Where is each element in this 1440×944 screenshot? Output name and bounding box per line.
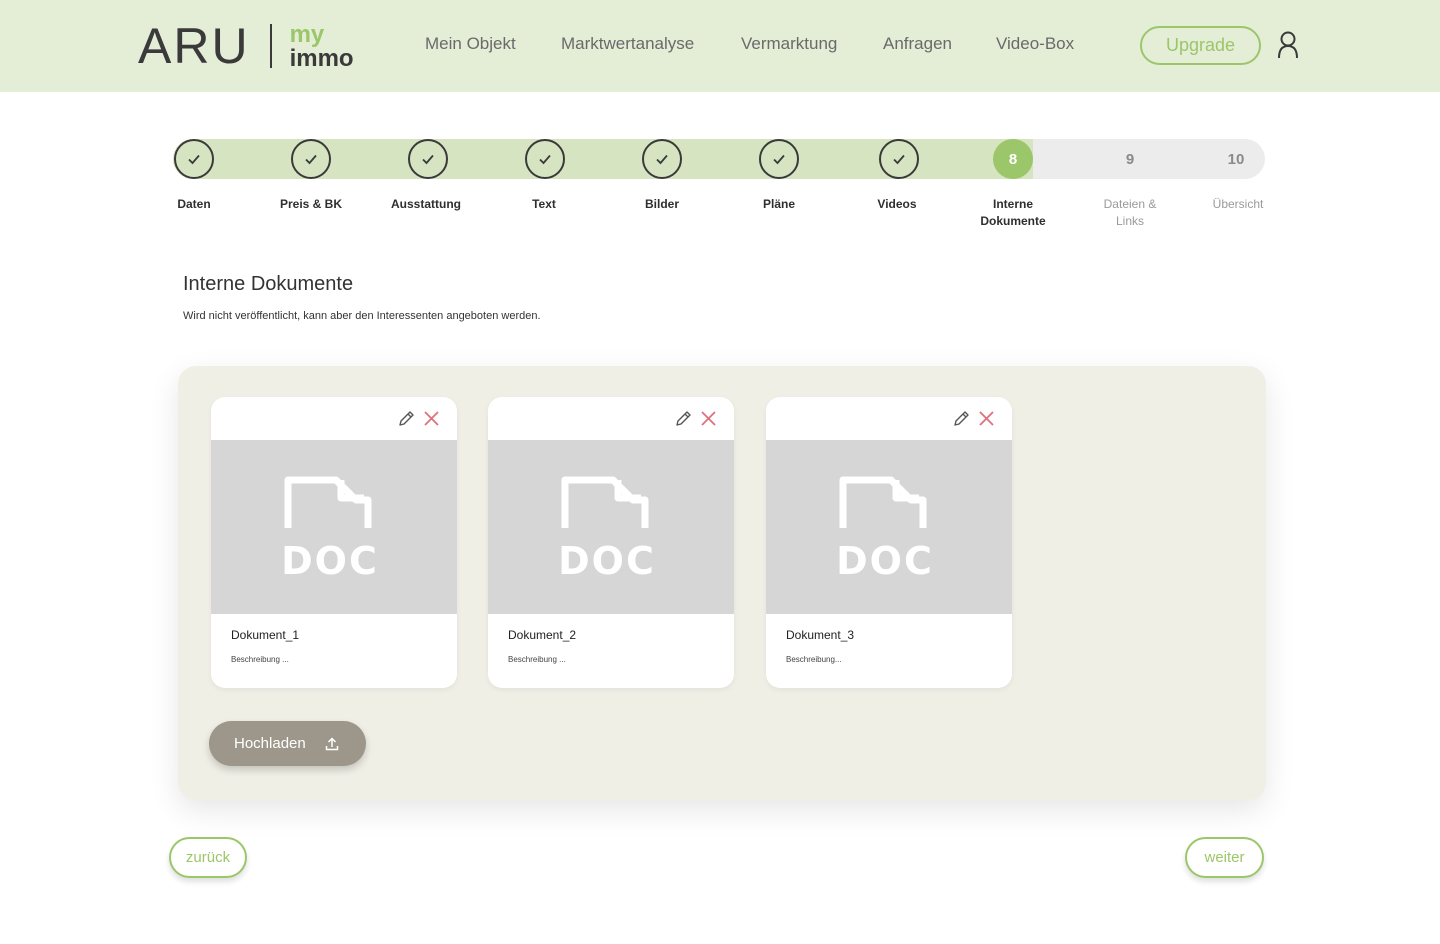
- nav-marktwertanalyse[interactable]: Marktwertanalyse: [561, 34, 694, 54]
- step-label-preis: Preis & BK: [279, 197, 343, 211]
- top-header: ARU my immo Mein Objekt Marktwertanalyse…: [0, 0, 1440, 92]
- logo-divider: [269, 24, 272, 68]
- step-label-interne-dokumente: Interne Dokumente: [980, 197, 1046, 228]
- user-icon[interactable]: [1274, 30, 1302, 60]
- card-toolbar: [766, 397, 1012, 440]
- pencil-icon[interactable]: [674, 409, 693, 428]
- doc-thumbnail: DOC: [211, 440, 457, 614]
- page-title: Interne Dokumente: [183, 273, 354, 295]
- step-label-text: Text: [532, 197, 556, 211]
- step-label-videos: Videos: [877, 197, 917, 211]
- doc-type-label: DOC: [561, 539, 656, 583]
- doc-file-icon: DOC: [839, 476, 934, 583]
- upgrade-button[interactable]: Upgrade: [1140, 26, 1261, 65]
- pencil-icon[interactable]: [397, 409, 416, 428]
- logo-my-text: my: [289, 21, 325, 48]
- doc-thumbnail: DOC: [488, 440, 734, 614]
- step-label-daten: Daten: [177, 197, 211, 211]
- card-toolbar: [211, 397, 457, 440]
- document-card[interactable]: DOC Dokument_3 Beschreibung...: [766, 397, 1012, 688]
- doc-description: Beschreibung ...: [508, 655, 566, 664]
- nav-anfragen[interactable]: Anfragen: [883, 34, 952, 54]
- doc-description: Beschreibung...: [786, 655, 842, 664]
- doc-type-label: DOC: [284, 539, 379, 583]
- logo-immo-text: immo: [289, 45, 354, 72]
- page-subtitle: Wird nicht veröffentlicht, kann aber den…: [183, 310, 541, 322]
- step-bilder-circle[interactable]: [642, 139, 682, 179]
- nav-mein-objekt[interactable]: Mein Objekt: [425, 34, 516, 54]
- step-text-circle[interactable]: [525, 139, 565, 179]
- nav-video-box[interactable]: Video-Box: [996, 34, 1074, 54]
- card-toolbar: [488, 397, 734, 440]
- nav-vermarktung[interactable]: Vermarktung: [741, 34, 837, 54]
- step-ausstattung-circle[interactable]: [408, 139, 448, 179]
- doc-name: Dokument_3: [786, 628, 855, 642]
- doc-file-icon: DOC: [561, 476, 656, 583]
- check-icon: [188, 154, 200, 165]
- check-icon: [539, 154, 551, 165]
- step-interne-dokumente-circle[interactable]: 8: [993, 139, 1033, 179]
- doc-name: Dokument_1: [231, 628, 300, 642]
- next-button[interactable]: weiter: [1185, 837, 1264, 878]
- close-icon[interactable]: [699, 409, 718, 428]
- close-icon[interactable]: [977, 409, 996, 428]
- check-icon: [305, 154, 317, 165]
- document-card[interactable]: DOC Dokument_2 Beschreibung ...: [488, 397, 734, 688]
- step-label-uebersicht: Übersicht: [1212, 197, 1264, 211]
- step-label-dateien: Dateien & Links: [1103, 197, 1157, 228]
- step-dateien-circle[interactable]: 9: [1110, 139, 1150, 179]
- aru-logo[interactable]: ARU my immo: [138, 20, 354, 72]
- doc-description: Beschreibung ...: [231, 655, 289, 664]
- step-daten-circle[interactable]: [174, 139, 214, 179]
- check-icon: [773, 154, 785, 165]
- pencil-icon[interactable]: [952, 409, 971, 428]
- logo-aru-text: ARU: [138, 18, 250, 74]
- progress-track: [173, 139, 1265, 179]
- step-preis-circle[interactable]: [291, 139, 331, 179]
- doc-file-icon: DOC: [284, 476, 379, 583]
- doc-type-label: DOC: [839, 539, 934, 583]
- document-card[interactable]: DOC Dokument_1 Beschreibung ...: [211, 397, 457, 688]
- step-label-ausstattung: Ausstattung: [391, 197, 461, 211]
- step-label-plaene: Pläne: [762, 197, 795, 211]
- check-icon: [893, 154, 905, 165]
- step-label-bilder: Bilder: [644, 197, 679, 211]
- doc-name: Dokument_2: [508, 628, 577, 642]
- close-icon[interactable]: [422, 409, 441, 428]
- upload-button[interactable]: Hochladen: [209, 721, 366, 766]
- upload-icon: [325, 736, 338, 750]
- upload-label: Hochladen: [234, 735, 306, 752]
- back-button[interactable]: zurück: [169, 837, 247, 878]
- step-videos-circle[interactable]: [879, 139, 919, 179]
- check-icon: [422, 154, 434, 165]
- check-icon: [656, 154, 668, 165]
- doc-thumbnail: DOC: [766, 440, 1012, 614]
- step-uebersicht-circle[interactable]: 10: [1216, 139, 1256, 179]
- step-plaene-circle[interactable]: [759, 139, 799, 179]
- logo-myimmo: my immo: [290, 23, 354, 71]
